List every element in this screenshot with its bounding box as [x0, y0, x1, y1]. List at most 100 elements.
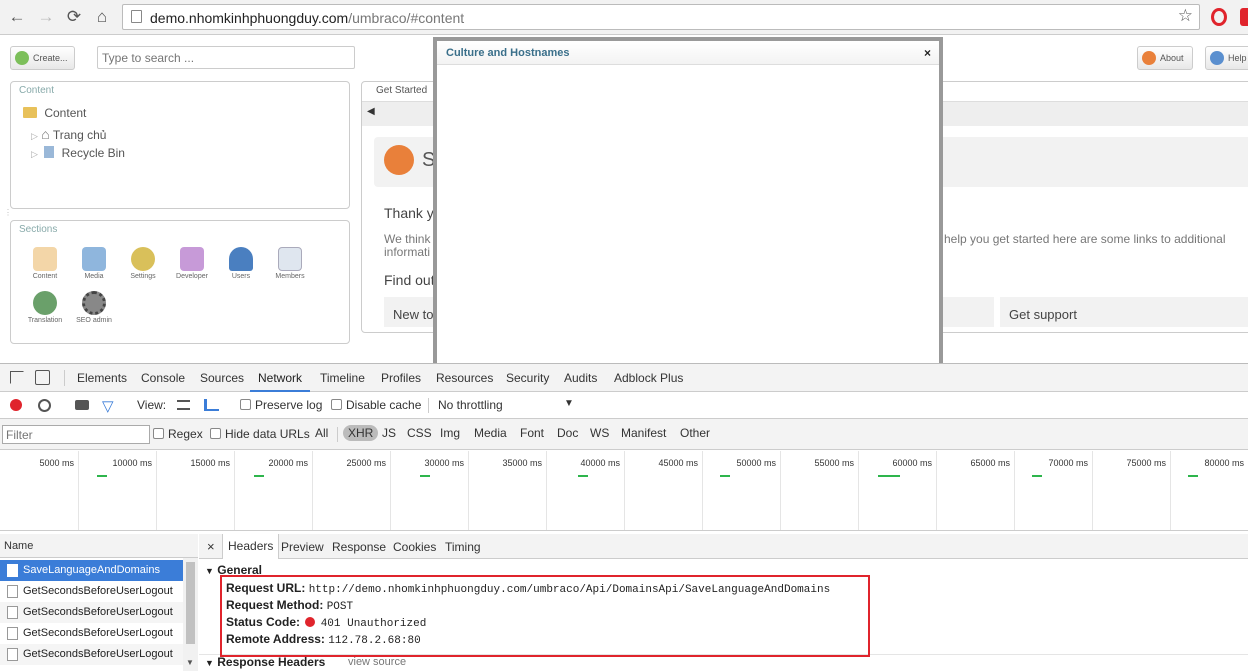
tab-network[interactable]: Network: [250, 364, 311, 392]
request-row[interactable]: GetSecondsBeforeUserLogout: [0, 581, 183, 602]
close-icon[interactable]: ×: [207, 539, 215, 554]
help-button[interactable]: Help: [1205, 46, 1248, 70]
timeline-tick-label: 60000 ms: [892, 458, 932, 468]
checkbox[interactable]: [153, 428, 164, 439]
section-content[interactable]: Content: [19, 247, 71, 280]
back-icon[interactable]: ←: [6, 6, 28, 28]
inspect-icon[interactable]: [10, 371, 24, 384]
about-button[interactable]: About: [1137, 46, 1193, 70]
toolbar-divider: [428, 398, 429, 413]
tab-security[interactable]: Security: [506, 364, 549, 392]
filter-all[interactable]: All: [315, 426, 328, 440]
recycle-bin-icon: [44, 146, 55, 158]
chevron-down-icon[interactable]: ▼: [564, 398, 574, 409]
reload-icon[interactable]: ⟳: [63, 6, 85, 28]
checkbox[interactable]: [331, 399, 342, 410]
detail-tabbar: × Headers Preview Response Cookies Timin…: [199, 534, 1248, 559]
regex-checkbox[interactable]: Regex: [153, 427, 203, 441]
device-mode-icon[interactable]: [35, 370, 50, 385]
record-icon[interactable]: [10, 399, 22, 411]
section-seo-admin[interactable]: SEO admin: [68, 291, 120, 324]
request-list-scrollbar[interactable]: ▼: [183, 558, 198, 671]
dashboard-information: informati: [384, 245, 431, 259]
tab-get-started[interactable]: Get Started: [376, 85, 427, 96]
search-input[interactable]: [97, 46, 355, 69]
opera-icon[interactable]: [1211, 8, 1227, 26]
about-icon: [1142, 51, 1156, 65]
filter-js[interactable]: JS: [382, 426, 396, 440]
timeline-tick-label: 45000 ms: [658, 458, 698, 468]
scrollbar-thumb[interactable]: [186, 562, 195, 644]
globe-icon: [33, 291, 57, 315]
filter-input[interactable]: [2, 425, 150, 444]
tab-resources[interactable]: Resources: [436, 364, 493, 392]
tab-timing[interactable]: Timing: [445, 540, 481, 554]
disable-cache-checkbox[interactable]: Disable cache: [331, 398, 421, 412]
checkbox[interactable]: [240, 399, 251, 410]
tab-response[interactable]: Response: [332, 540, 386, 554]
filter-manifest[interactable]: Manifest: [621, 426, 666, 440]
forward-icon[interactable]: →: [35, 6, 57, 28]
section-media[interactable]: Media: [68, 247, 120, 280]
section-translation[interactable]: Translation: [19, 291, 71, 324]
extension-icon[interactable]: [1240, 8, 1248, 26]
request-row[interactable]: GetSecondsBeforeUserLogout: [0, 602, 183, 623]
timeline-tick-label: 35000 ms: [502, 458, 542, 468]
section-users[interactable]: Users: [215, 247, 267, 280]
splitter-handle[interactable]: ⋮: [4, 208, 12, 217]
timeline-overview[interactable]: 5000 ms 10000 ms 15000 ms 20000 ms 25000 ms 3…: [0, 451, 1248, 531]
clear-icon[interactable]: [38, 399, 51, 412]
waterfall-view-icon[interactable]: [204, 399, 219, 411]
scroll-down-icon[interactable]: ▼: [186, 658, 194, 667]
filter-media[interactable]: Media: [474, 426, 507, 440]
scroll-left-icon[interactable]: ◀: [367, 106, 375, 117]
filter-css[interactable]: CSS: [407, 426, 432, 440]
filter-ws[interactable]: WS: [590, 426, 609, 440]
request-row[interactable]: SaveLanguageAndDomains: [0, 560, 183, 581]
preserve-log-checkbox[interactable]: Preserve log: [240, 398, 322, 412]
section-settings[interactable]: Settings: [117, 247, 169, 280]
tab-elements[interactable]: Elements: [77, 364, 127, 392]
home-icon[interactable]: ⌂: [91, 6, 113, 28]
name-column-header[interactable]: Name: [0, 534, 198, 558]
get-support-card[interactable]: Get support: [1000, 297, 1248, 327]
filter-doc[interactable]: Doc: [557, 426, 578, 440]
section-members[interactable]: Members: [264, 247, 316, 280]
tab-timeline[interactable]: Timeline: [320, 364, 365, 392]
throttling-select[interactable]: No throttling: [438, 398, 503, 412]
tree-root[interactable]: Content: [23, 106, 86, 120]
request-row[interactable]: GetSecondsBeforeUserLogout: [0, 623, 183, 644]
dialog-title: Culture and Hostnames: [446, 47, 570, 59]
tab-preview[interactable]: Preview: [281, 540, 324, 554]
star-icon[interactable]: ☆: [1178, 6, 1193, 26]
checkbox[interactable]: [210, 428, 221, 439]
filter-other[interactable]: Other: [680, 426, 710, 440]
tab-headers[interactable]: Headers: [222, 534, 280, 559]
tab-console[interactable]: Console: [141, 364, 185, 392]
tab-audits[interactable]: Audits: [564, 364, 597, 392]
tab-adblock-plus[interactable]: Adblock Plus: [614, 364, 683, 392]
tab-cookies[interactable]: Cookies: [393, 540, 436, 554]
filter-xhr[interactable]: XHR: [343, 425, 379, 441]
filter-icon[interactable]: ▽: [102, 397, 114, 415]
tree-item-recycle-bin[interactable]: ▷ Recycle Bin: [31, 146, 125, 160]
about-label: About: [1160, 53, 1184, 63]
capture-screenshots-icon[interactable]: [75, 400, 89, 410]
filter-font[interactable]: Font: [520, 426, 544, 440]
tab-sources[interactable]: Sources: [200, 364, 244, 392]
response-headers-section-header[interactable]: ▼ Response Headers: [205, 655, 325, 669]
address-bar[interactable]: demo.nhomkinhphuongduy.com/umbraco/#cont…: [122, 4, 1200, 30]
section-developer[interactable]: Developer: [166, 247, 218, 280]
view-source-link[interactable]: view source: [348, 656, 406, 668]
tab-profiles[interactable]: Profiles: [381, 364, 421, 392]
request-row[interactable]: GetSecondsBeforeUserLogout: [0, 644, 183, 665]
timeline-request-mark: [878, 475, 900, 477]
list-view-icon[interactable]: [177, 400, 190, 410]
hide-data-urls-checkbox[interactable]: Hide data URLs: [210, 427, 310, 441]
tree-item-home[interactable]: ▷ ⌂ Trang chủ: [31, 126, 106, 142]
close-icon[interactable]: ×: [924, 41, 931, 65]
create-button[interactable]: Create...: [10, 46, 75, 70]
file-icon: [7, 627, 18, 640]
gear-icon: [82, 291, 106, 315]
filter-img[interactable]: Img: [440, 426, 460, 440]
